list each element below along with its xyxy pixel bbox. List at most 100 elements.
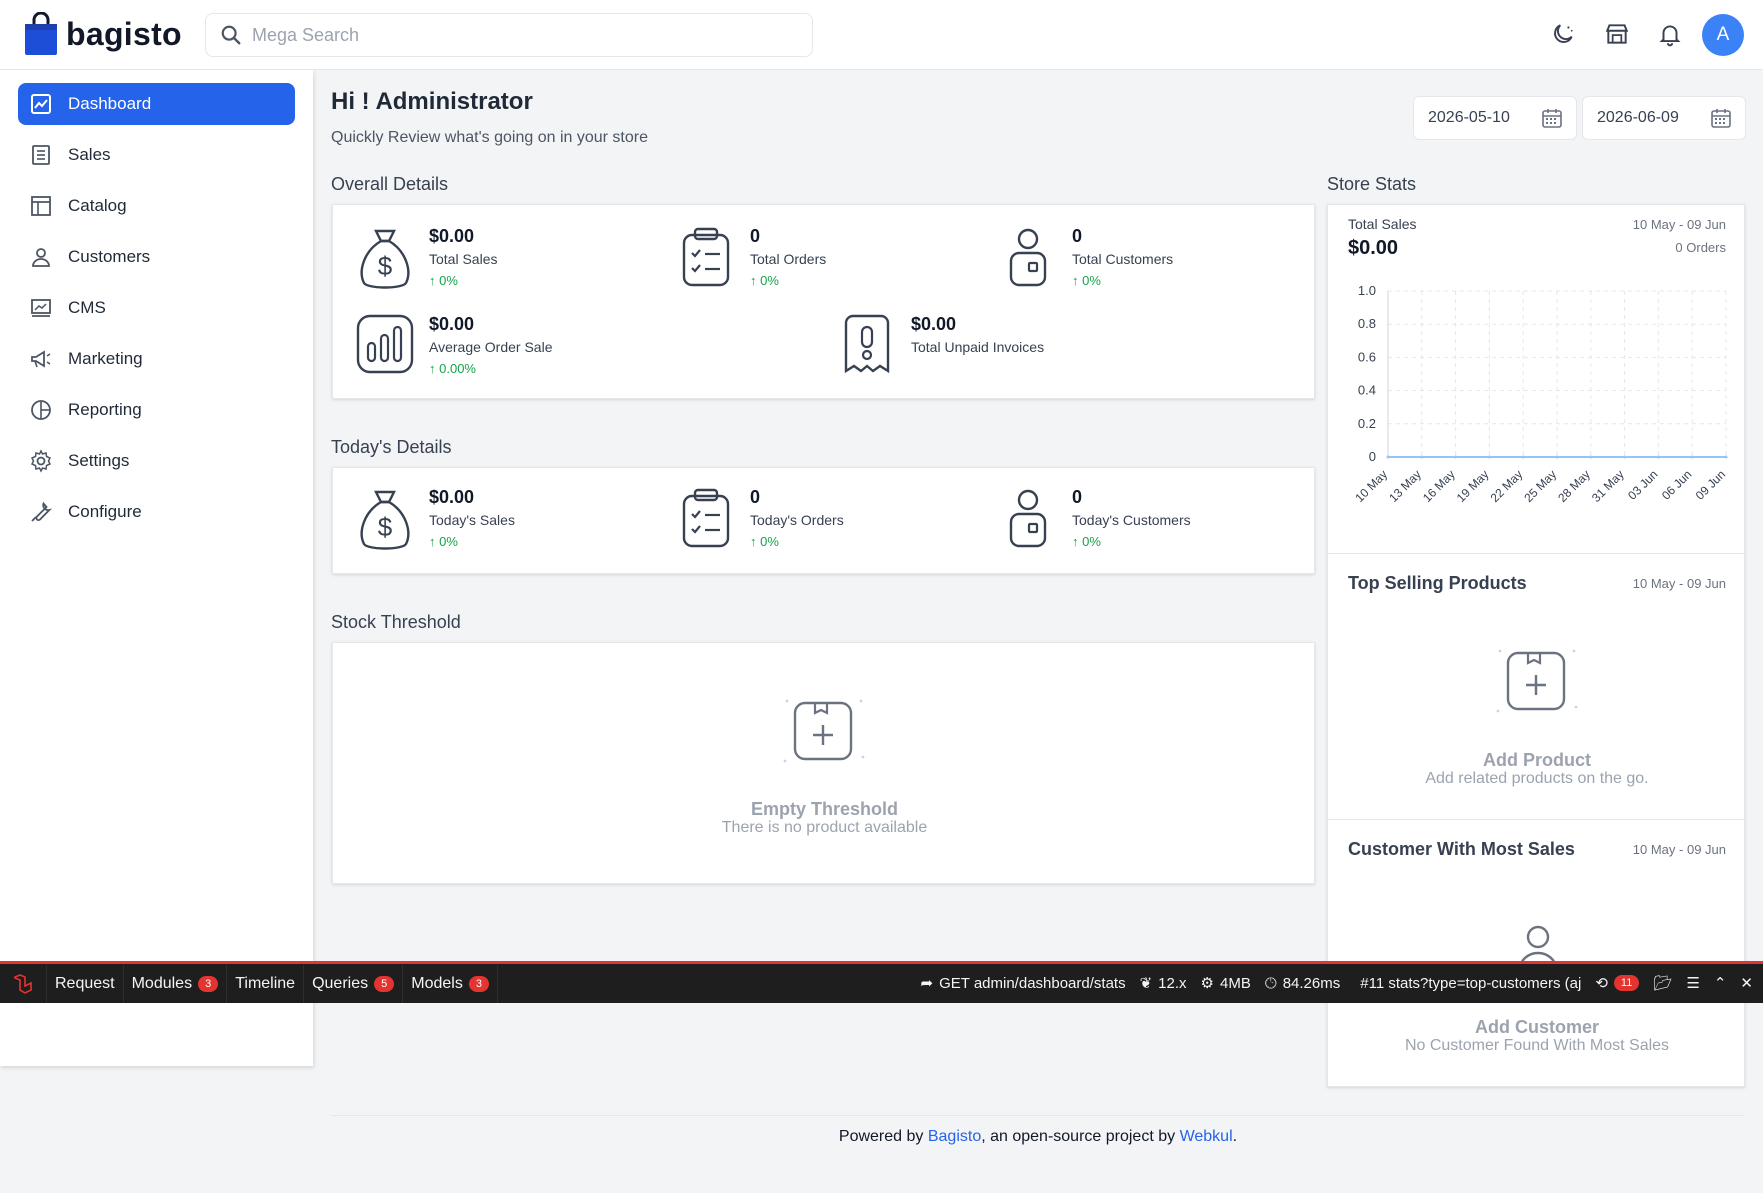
chart-ytick-label: 0.4 xyxy=(1358,383,1376,398)
chart-data-point xyxy=(1454,455,1458,459)
debug-tab-request[interactable]: Request xyxy=(47,964,124,1003)
sidebar-item-catalog[interactable]: Catalog xyxy=(18,185,295,227)
overall-details-card: $ $0.00 Total Sales ↑ 0% 0 Total Orders … xyxy=(332,204,1315,399)
dashboard-icon xyxy=(28,91,54,117)
todays-customers-stat: 0 Today's Customers ↑ 0% xyxy=(998,486,1191,556)
divider xyxy=(1328,819,1746,820)
customer-badge-icon xyxy=(998,486,1058,556)
chart-data-point xyxy=(1589,455,1593,459)
start-date-value: 2026-05-10 xyxy=(1428,109,1510,126)
debug-tab-timeline[interactable]: Timeline xyxy=(227,964,305,1003)
total-sales-value: $0.00 xyxy=(429,226,475,246)
top-selling-date: 10 May - 09 Jun xyxy=(1632,576,1726,591)
svg-text:$: $ xyxy=(378,512,393,542)
debug-memory: ⚙ 4MB xyxy=(1200,974,1251,993)
webkul-link[interactable]: Webkul xyxy=(1180,1128,1233,1145)
sidebar-item-sales[interactable]: Sales xyxy=(18,134,295,176)
chart-xtick-label: 16 May xyxy=(1420,467,1458,505)
chart-xtick-label: 25 May xyxy=(1521,467,1559,505)
chart-xtick-label: 19 May xyxy=(1454,467,1492,505)
average-order-stat: $0.00 Average Order Sale ↑ 0.00% xyxy=(355,313,552,383)
average-order-change: ↑ 0.00% xyxy=(429,361,476,376)
customers-icon xyxy=(28,244,54,270)
total-orders-value: 0 xyxy=(750,226,761,246)
sidebar-item-label: Customers xyxy=(68,247,151,266)
search-input[interactable] xyxy=(252,24,772,46)
sidebar-item-label: Reporting xyxy=(68,400,142,419)
chevron-up-icon[interactable]: ⌃ xyxy=(1714,974,1727,992)
debug-tab-queries[interactable]: Queries 5 xyxy=(304,964,404,1003)
chart-xtick-label: 09 Jun xyxy=(1693,467,1728,502)
chart-data-point xyxy=(1656,455,1660,459)
mega-search-box[interactable] xyxy=(205,13,813,57)
sidebar-item-cms[interactable]: CMS xyxy=(18,287,295,329)
sidebar-item-configure[interactable]: Configure xyxy=(18,491,295,533)
notification-bell-icon[interactable] xyxy=(1656,20,1684,48)
page-subtitle: Quickly Review what's going on in your s… xyxy=(331,129,648,146)
sidebar-item-reporting[interactable]: Reporting xyxy=(18,389,295,431)
debug-tab-models[interactable]: Models 3 xyxy=(403,964,498,1003)
user-avatar[interactable]: A xyxy=(1702,14,1744,56)
laravel-logo-icon[interactable] xyxy=(0,964,47,1003)
chart-data-point xyxy=(1386,455,1390,459)
debug-tab-modules[interactable]: Modules 3 xyxy=(124,964,228,1003)
sales-icon xyxy=(28,142,54,168)
todays-orders-change: ↑ 0% xyxy=(750,534,779,549)
folder-open-icon[interactable]: 📂︎ xyxy=(1653,974,1672,992)
reporting-icon xyxy=(28,397,54,423)
todays-customers-change: ↑ 0% xyxy=(1072,534,1101,549)
footer-divider xyxy=(331,1115,1745,1116)
cogs-icon: ⚙ xyxy=(1200,975,1214,992)
empty-product-icon xyxy=(783,699,865,763)
todays-sales-label: Today's Sales xyxy=(429,512,515,528)
bagisto-link[interactable]: Bagisto xyxy=(928,1128,981,1145)
debug-route[interactable]: ➦ GET admin/dashboard/stats xyxy=(920,974,1126,993)
end-date-picker[interactable]: 2026-06-09 xyxy=(1582,96,1746,140)
share-arrow-icon: ➦ xyxy=(920,975,934,992)
total-sales-label: Total Sales xyxy=(1348,216,1417,232)
customer-most-sales-title: Customer With Most Sales xyxy=(1348,839,1575,859)
brand-name: bagisto xyxy=(66,15,182,52)
top-selling-title: Top Selling Products xyxy=(1348,573,1527,593)
debug-history[interactable]: ⟲ 11 xyxy=(1595,974,1640,992)
storefront-icon[interactable] xyxy=(1603,20,1631,48)
cms-icon xyxy=(28,295,54,321)
queries-badge: 5 xyxy=(374,975,395,992)
sidebar-item-settings[interactable]: Settings xyxy=(18,440,295,482)
calendar-icon xyxy=(1542,109,1562,128)
money-bag-icon: $ xyxy=(355,486,415,556)
sliders-icon[interactable]: ☰ xyxy=(1686,974,1699,992)
todays-orders-label: Today's Orders xyxy=(750,512,844,528)
catalog-icon xyxy=(28,193,54,219)
debug-version: ❦ 12.x xyxy=(1139,974,1187,993)
settings-gear-icon xyxy=(28,448,54,474)
wrench-icon xyxy=(28,499,54,525)
chart-ytick-label: 1.0 xyxy=(1358,283,1376,298)
brand-logo[interactable]: bagisto xyxy=(24,12,182,56)
chart-ytick-label: 0.6 xyxy=(1358,349,1376,364)
history-icon: ⟲ xyxy=(1595,975,1608,992)
sidebar-item-label: Marketing xyxy=(68,349,143,368)
total-orders-stat: 0 Total Orders ↑ 0% xyxy=(676,225,826,295)
sidebar-item-dashboard[interactable]: Dashboard xyxy=(18,83,295,125)
todays-orders-value: 0 xyxy=(750,487,761,507)
leaf-icon: ❦ xyxy=(1139,975,1153,992)
chart-xtick-label: 13 May xyxy=(1386,467,1424,505)
page-title: Hi ! Administrator xyxy=(331,88,533,115)
sidebar-item-customers[interactable]: Customers xyxy=(18,236,295,278)
start-date-picker[interactable]: 2026-05-10 xyxy=(1413,96,1577,140)
debug-request-select[interactable]: #11 stats?type=top-customers (aj xyxy=(1360,975,1581,992)
todays-sales-stat: $ $0.00 Today's Sales ↑ 0% xyxy=(355,486,515,556)
sidebar-item-marketing[interactable]: Marketing xyxy=(18,338,295,380)
todays-customers-value: 0 xyxy=(1072,487,1083,507)
average-order-value: $0.00 xyxy=(429,314,475,334)
orders-count: 0 Orders xyxy=(1675,240,1726,255)
chart-data-point xyxy=(1724,455,1728,459)
close-icon[interactable]: ✕ xyxy=(1740,974,1753,992)
add-product-icon xyxy=(1496,649,1578,713)
add-customer-subtitle: No Customer Found With Most Sales xyxy=(1404,1037,1670,1054)
dark-mode-icon[interactable] xyxy=(1549,20,1577,48)
stock-threshold-card: Empty Threshold There is no product avai… xyxy=(332,642,1315,884)
total-orders-label: Total Orders xyxy=(750,251,827,267)
total-customers-stat: 0 Total Customers ↑ 0% xyxy=(998,225,1173,295)
